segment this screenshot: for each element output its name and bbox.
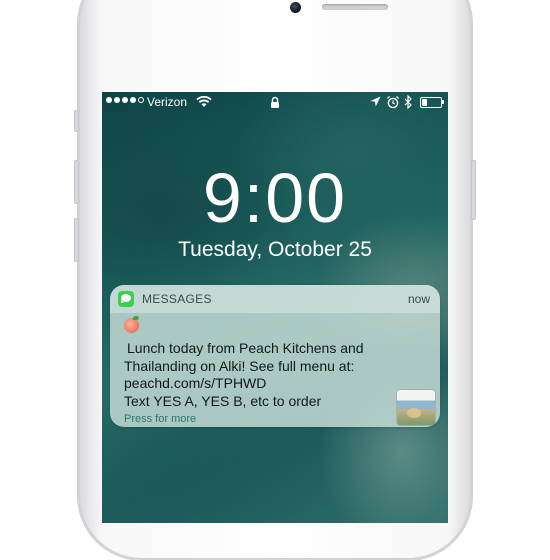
mute-switch [74, 110, 79, 132]
battery-fill [422, 99, 427, 106]
lock-date: Tuesday, October 25 [178, 238, 372, 261]
earpiece-speaker [322, 4, 388, 10]
notification-body: Lunch today from Peach Kitchens and Thai… [124, 340, 394, 410]
alarm-icon [387, 96, 399, 109]
notification-header: MESSAGES now [110, 285, 440, 313]
status-bar: Verizon [102, 92, 448, 114]
wifi-icon [196, 96, 212, 107]
notification-line: peachd.com/s/TPHWD [124, 375, 267, 391]
power-button [471, 160, 476, 220]
notification-line: Lunch today from Peach Kitchens and [127, 340, 364, 356]
signal-icon [106, 97, 144, 103]
volume-down-button [74, 218, 79, 262]
messages-app-icon [118, 291, 134, 307]
peach-leaf [133, 316, 139, 320]
menu-thumbnail-image [397, 390, 435, 425]
lock-time: 9:00 [202, 159, 348, 237]
notification-line: Thailanding on Alki! See full menu at: [124, 357, 355, 374]
notification-app-name: MESSAGES [142, 292, 212, 306]
lock-icon [271, 96, 279, 108]
peach-emoji-icon [124, 318, 139, 333]
notification-time: now [407, 292, 430, 306]
lock-screen: Verizon 9:00 Tuesday, October 25 MESSAGE… [102, 92, 448, 523]
battery-cap [442, 100, 444, 104]
volume-up-button [74, 160, 79, 204]
notification-line: Text YES A, YES B, etc to order [124, 392, 322, 409]
press-for-more-link[interactable]: Press for more [124, 413, 196, 425]
bluetooth-icon [404, 95, 412, 109]
location-icon [370, 96, 381, 107]
carrier-label: Verizon [147, 95, 188, 109]
message-notification[interactable]: MESSAGES now Lunch today from Peach Kitc… [110, 285, 440, 427]
battery-icon [420, 97, 442, 108]
front-camera [290, 2, 301, 13]
